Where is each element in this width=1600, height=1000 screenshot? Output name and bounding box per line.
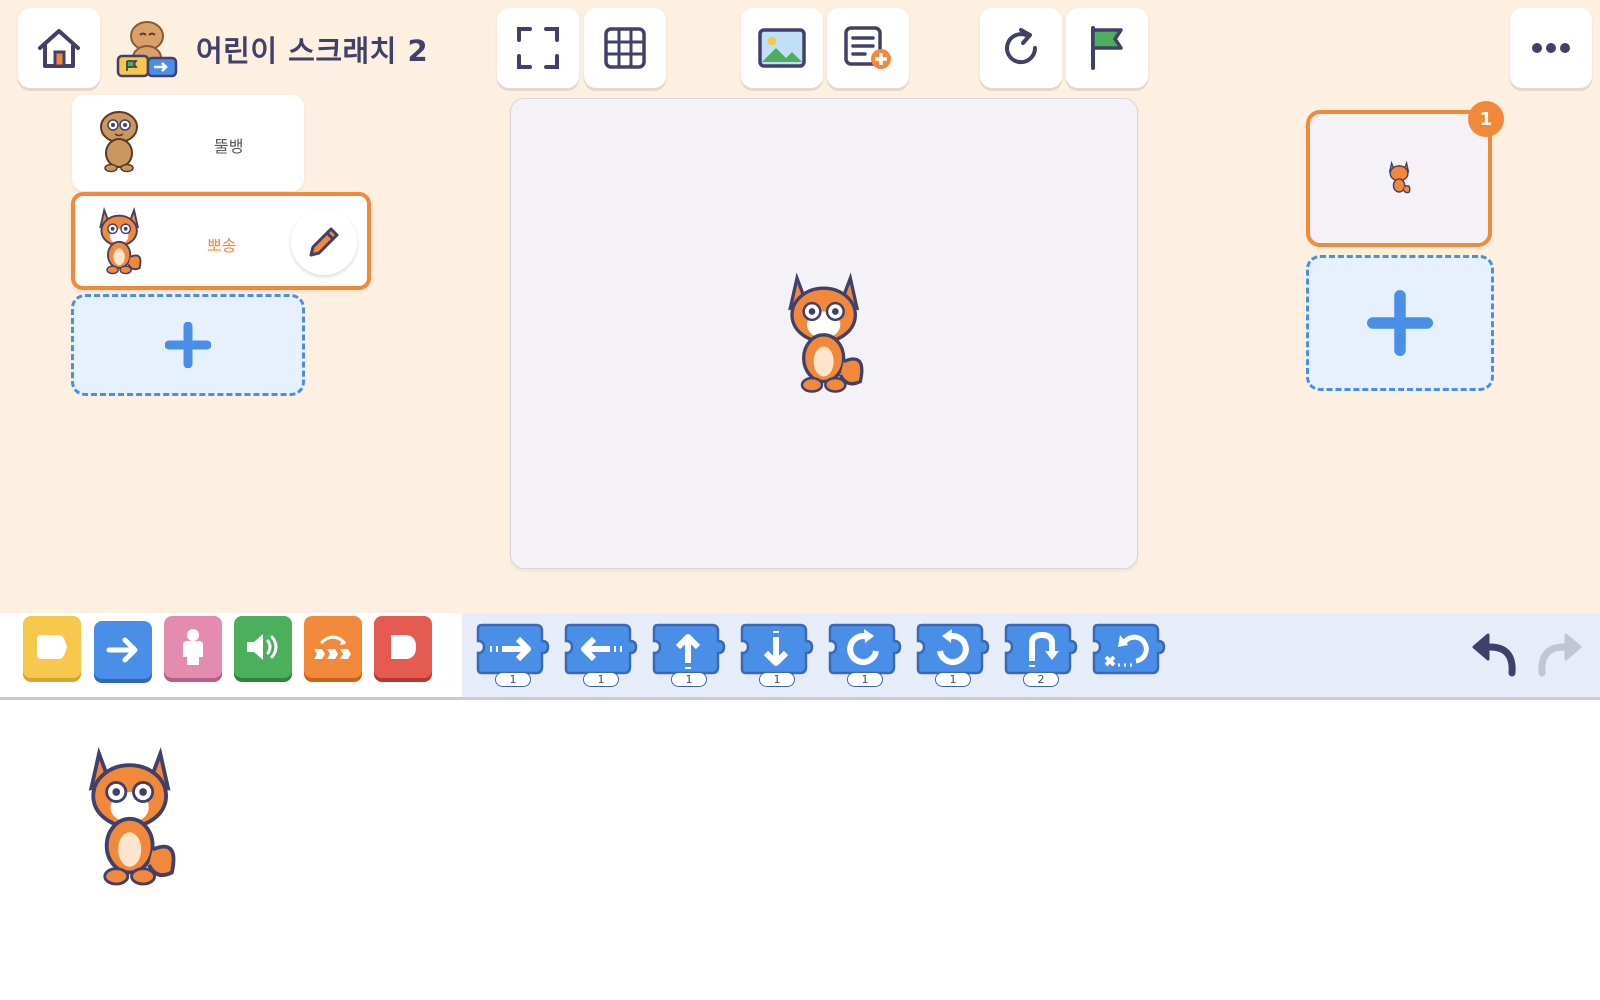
block-turn-left[interactable]: 1 (916, 621, 990, 687)
block-parameter[interactable]: 1 (847, 672, 883, 687)
fullscreen-button[interactable] (497, 8, 579, 88)
category-motion[interactable] (94, 621, 152, 679)
trigger-icon (37, 635, 67, 659)
page-thumbnail[interactable] (1306, 110, 1492, 247)
block-parameter[interactable]: 1 (759, 672, 795, 687)
category-control[interactable] (304, 616, 362, 678)
image-icon (758, 28, 806, 68)
character-card-selected[interactable]: 뽀송 (71, 192, 371, 290)
arrow-right-icon (106, 637, 138, 663)
block-move-up[interactable]: 1 (652, 621, 726, 687)
category-selector (0, 613, 462, 697)
redo-button[interactable] (1532, 629, 1586, 679)
pencil-icon (309, 227, 339, 257)
grid-icon (604, 27, 646, 69)
category-end[interactable] (374, 616, 432, 678)
reset-button[interactable] (980, 8, 1062, 88)
end-icon (391, 635, 416, 659)
script-area-character-icon (88, 746, 176, 886)
block-hop[interactable]: 2 (1004, 621, 1078, 687)
bbosong-sprite[interactable] (777, 264, 877, 399)
character-card[interactable]: 뚤뱅 (72, 95, 304, 191)
home-icon (38, 29, 80, 68)
block-parameter[interactable]: 1 (671, 672, 707, 687)
speaker-icon (247, 634, 278, 660)
add-page-button[interactable] (1306, 255, 1494, 391)
plus-icon (165, 322, 211, 368)
category-looks[interactable] (164, 616, 222, 678)
edit-character-button[interactable] (291, 209, 357, 275)
character-name: 뽀송 (207, 236, 237, 255)
add-text-icon (844, 26, 891, 69)
project-mascot-icon (114, 14, 180, 82)
more-icon (1532, 43, 1570, 53)
redo-icon (1538, 633, 1582, 677)
more-button[interactable] (1510, 8, 1592, 88)
bbosong-character-icon (99, 206, 142, 275)
add-character-button[interactable] (71, 294, 305, 396)
green-flag-icon (1091, 26, 1123, 70)
stage[interactable] (510, 98, 1138, 569)
character-name: 뚤뱅 (214, 137, 244, 156)
project-title[interactable]: 어린이 스크래치 2 (196, 28, 428, 70)
page-number-badge: 1 (1468, 101, 1504, 137)
fullscreen-icon (517, 27, 559, 69)
reset-icon (1005, 28, 1038, 65)
block-palette: 1 1 1 1 1 1 2 (0, 613, 1600, 700)
grid-button[interactable] (584, 8, 666, 88)
plus-icon (1367, 290, 1433, 356)
category-sound[interactable] (234, 616, 292, 678)
undo-button[interactable] (1468, 629, 1522, 679)
category-triggering[interactable] (23, 616, 81, 678)
repeat-icon (314, 635, 351, 659)
block-parameter[interactable]: 1 (495, 672, 531, 687)
home-button[interactable] (18, 8, 100, 88)
green-flag-button[interactable] (1066, 8, 1148, 88)
background-button[interactable] (741, 8, 823, 88)
block-turn-right[interactable]: 1 (828, 621, 902, 687)
undo-icon (1472, 633, 1516, 677)
ddolbaeng-character-icon (100, 111, 138, 173)
block-go-home[interactable] (1092, 621, 1166, 685)
person-icon (183, 629, 203, 665)
add-text-button[interactable] (827, 8, 909, 88)
block-parameter[interactable]: 1 (935, 672, 971, 687)
script-area[interactable] (0, 700, 1600, 1000)
block-move-right[interactable]: 1 (476, 621, 550, 687)
block-move-down[interactable]: 1 (740, 621, 814, 687)
block-move-left[interactable]: 1 (564, 621, 638, 687)
page-sprite-thumbnail (1388, 160, 1411, 194)
block-parameter[interactable]: 2 (1023, 672, 1059, 687)
block-parameter[interactable]: 1 (583, 672, 619, 687)
